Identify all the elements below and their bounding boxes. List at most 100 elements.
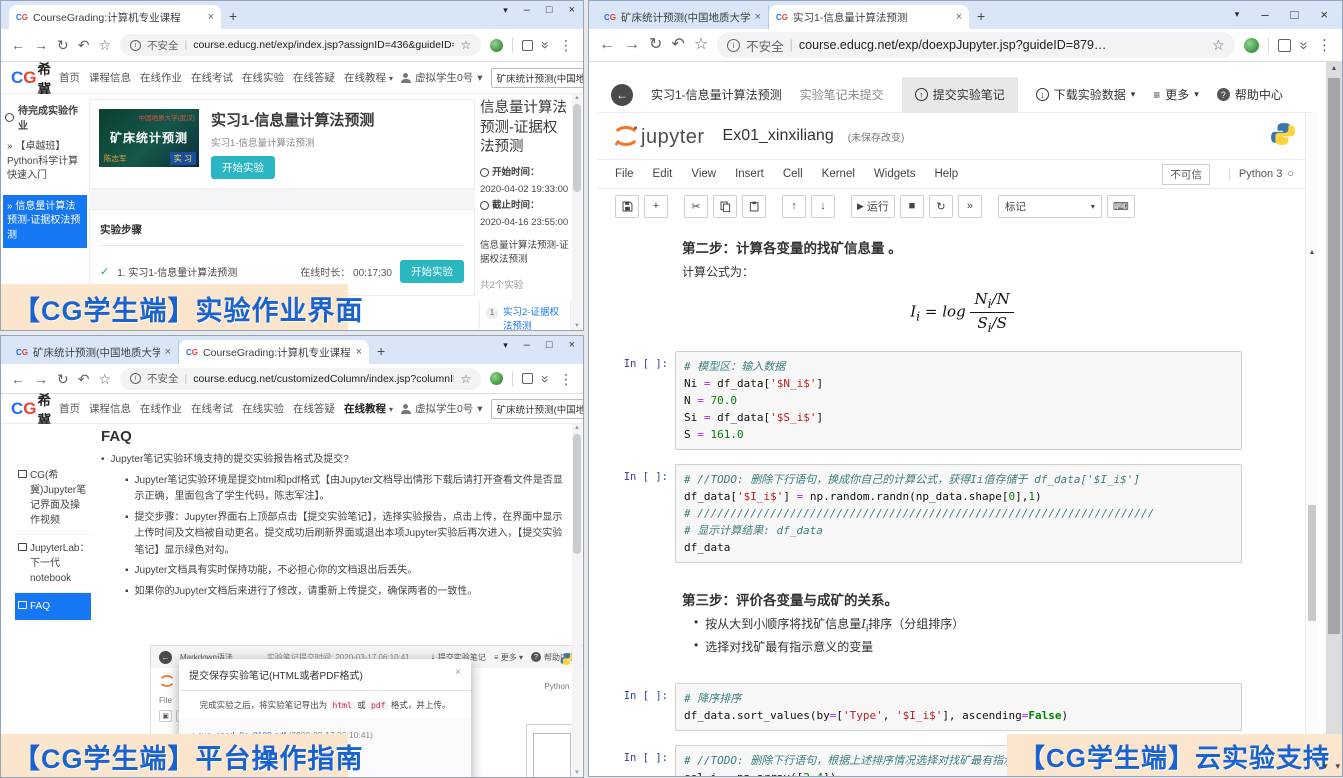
- experiment-item-2[interactable]: 1 实习2-证据权法预测: [480, 299, 570, 331]
- scroll-down-icon[interactable]: ▾: [1335, 761, 1340, 772]
- screenshot-tool-icon[interactable]: [522, 373, 533, 384]
- reload-icon[interactable]: ↻: [57, 38, 69, 52]
- scroll-down-icon[interactable]: ▼: [572, 323, 582, 329]
- window-menu-icon[interactable]: ▾: [503, 340, 508, 351]
- paste-cell-button[interactable]: [742, 195, 766, 218]
- scroll-thumb[interactable]: [573, 434, 581, 554]
- nav-exam[interactable]: 在线考试: [191, 401, 233, 416]
- forward-icon[interactable]: →: [624, 37, 640, 53]
- bookmark-star-icon[interactable]: ☆: [98, 372, 111, 386]
- code-cell-3[interactable]: In [ ]: # 降序排序 df_data.sort_values(by=['…: [613, 683, 1242, 731]
- screenshot-tool-icon[interactable]: [1278, 39, 1291, 52]
- code-editor[interactable]: # //TODO: 删除下行语句，换成你自己的计算公式，获得Ii值存储于 df_…: [675, 464, 1242, 563]
- tab-close-icon[interactable]: ×: [165, 346, 171, 358]
- winA-tab[interactable]: CG CourseGrading:计算机专业课程 ×: [9, 5, 221, 29]
- sidebar-item-jupyterlab[interactable]: JupyterLab：下一代notebook: [15, 535, 91, 593]
- security-info-icon[interactable]: i: [727, 39, 740, 52]
- new-tab-button[interactable]: +: [377, 344, 385, 358]
- add-cell-button[interactable]: +: [644, 195, 668, 218]
- menu-insert[interactable]: Insert: [735, 168, 764, 180]
- start-experiment-button-2[interactable]: 开始实验: [400, 260, 464, 283]
- cut-cell-button[interactable]: ✂: [684, 195, 708, 218]
- nav-home[interactable]: 首页: [59, 401, 80, 416]
- sidebar-item-faq[interactable]: FAQ: [15, 593, 91, 620]
- minimize-button[interactable]: –: [524, 4, 530, 16]
- winB-tab-1[interactable]: CG 矿床统计预测(中国地质大学) (武 ×: [9, 340, 179, 364]
- sidebar-item-info-method[interactable]: » 信息量计算法预测-证据权法预测: [3, 195, 87, 249]
- tab-close-icon[interactable]: ×: [956, 11, 962, 23]
- scroll-up-icon[interactable]: ▲: [1306, 249, 1318, 256]
- course-select[interactable]: 矿床统计预测(中国地质大学)（武汉） ▾: [491, 399, 584, 419]
- nav-course-info[interactable]: 课程信息: [89, 401, 131, 416]
- user-menu[interactable]: 虚拟学生0号 ▾: [401, 70, 483, 85]
- security-info-icon[interactable]: i: [130, 373, 141, 384]
- winB-tab-2[interactable]: CG CourseGrading:计算机专业课程 ×: [179, 340, 369, 364]
- back-icon[interactable]: ←: [599, 37, 615, 53]
- scroll-thumb[interactable]: [1308, 505, 1316, 621]
- menu-edit[interactable]: Edit: [653, 168, 673, 180]
- download-manager-icon[interactable]: [490, 372, 503, 385]
- url-star-icon[interactable]: ☆: [1212, 37, 1225, 54]
- scroll-up-icon[interactable]: ▲: [1326, 65, 1342, 72]
- reload-icon[interactable]: ↻: [57, 372, 69, 386]
- restart-kernel-button[interactable]: ↻: [929, 195, 953, 218]
- maximize-button[interactable]: □: [1291, 7, 1299, 22]
- back-icon[interactable]: ←: [11, 38, 25, 52]
- undo-icon[interactable]: ↶: [78, 38, 90, 52]
- move-cell-down-button[interactable]: ↓: [811, 195, 835, 218]
- run-cell-button[interactable]: ▶运行: [851, 195, 895, 218]
- help-center-button[interactable]: ? 帮助中心: [1217, 86, 1283, 103]
- minimize-button[interactable]: –: [1261, 7, 1268, 22]
- address-bar[interactable]: i 不安全 | course.educg.net/customizedColum…: [120, 368, 481, 390]
- maximize-button[interactable]: □: [546, 339, 553, 351]
- close-button[interactable]: ×: [569, 339, 575, 351]
- submit-notebook-button[interactable]: ↑ 提交实验笔记: [902, 77, 1018, 113]
- scroll-down-icon[interactable]: ▼: [572, 770, 582, 776]
- cg-logo[interactable]: CG希冀: [11, 389, 51, 429]
- menu-file[interactable]: File: [615, 168, 634, 180]
- notebook-scrollbar[interactable]: ▲: [1305, 113, 1318, 776]
- forward-icon[interactable]: →: [34, 38, 48, 52]
- close-button[interactable]: ×: [569, 4, 575, 16]
- jupyter-logo[interactable]: jupyter: [613, 123, 705, 149]
- download-manager-icon[interactable]: [490, 39, 503, 52]
- tab-close-icon[interactable]: ×: [356, 346, 362, 358]
- code-cell-1[interactable]: In [ ]: # 模型区：输入数据 Ni = df_data['$N_i$']…: [613, 351, 1242, 450]
- menu-kernel[interactable]: Kernel: [822, 168, 855, 180]
- scroll-thumb[interactable]: [1328, 78, 1340, 634]
- nav-qa[interactable]: 在线答疑: [293, 70, 335, 85]
- menu-help[interactable]: Help: [934, 168, 958, 180]
- nav-tutorial[interactable]: 在线教程 ▾: [344, 70, 393, 85]
- modal-close-icon[interactable]: ×: [455, 667, 461, 682]
- scroll-up-icon[interactable]: ▲: [572, 95, 582, 101]
- download-data-button[interactable]: ↓ 下载实验数据 ▾: [1036, 86, 1136, 103]
- nav-home[interactable]: 首页: [59, 70, 80, 85]
- cg-logo[interactable]: CG希冀: [11, 58, 51, 98]
- sidebar-item-jupyter-video[interactable]: CG(希冀)Jupyter笔记界面及操作视频: [15, 462, 91, 535]
- collapse-icon[interactable]: »: [539, 375, 553, 383]
- more-button[interactable]: ≡更多 ▾: [1153, 86, 1199, 103]
- browser-menu-icon[interactable]: ⋮: [559, 372, 573, 386]
- winC-page-scrollbar[interactable]: ▲ ▼: [1326, 62, 1342, 776]
- scroll-down-icon[interactable]: ▾: [1323, 761, 1328, 772]
- scroll-up-icon[interactable]: ▲: [572, 425, 582, 431]
- winB-scrollbar[interactable]: ▲ ▼: [572, 424, 582, 777]
- scroll-thumb[interactable]: [573, 104, 581, 192]
- copy-cell-button[interactable]: [713, 195, 737, 218]
- notebook-name[interactable]: Ex01_xinxiliang: [723, 127, 834, 145]
- code-cell-2[interactable]: In [ ]: # //TODO: 删除下行语句，换成你自己的计算公式，获得Ii…: [613, 464, 1242, 563]
- reload-icon[interactable]: ↻: [649, 37, 662, 53]
- bookmark-star-icon[interactable]: ☆: [98, 38, 111, 52]
- url-star-icon[interactable]: ☆: [460, 372, 471, 386]
- user-menu[interactable]: 虚拟学生0号 ▾: [401, 401, 483, 416]
- tab-close-icon[interactable]: ×: [208, 11, 214, 23]
- sidebar-item-python-course[interactable]: » 【卓越班】Python科学计算快速入门: [3, 135, 87, 189]
- close-button[interactable]: ×: [1320, 7, 1328, 22]
- tab-close-icon[interactable]: ×: [755, 11, 761, 23]
- new-tab-button[interactable]: +: [229, 9, 237, 23]
- course-select[interactable]: 矿床统计预测(中国地质大学)（武汉） ▾: [491, 68, 584, 88]
- nav-course-info[interactable]: 课程信息: [89, 70, 131, 85]
- nav-experiment[interactable]: 在线实验: [242, 401, 284, 416]
- move-cell-up-button[interactable]: ↑: [782, 195, 806, 218]
- screenshot-tool-icon[interactable]: [522, 40, 533, 51]
